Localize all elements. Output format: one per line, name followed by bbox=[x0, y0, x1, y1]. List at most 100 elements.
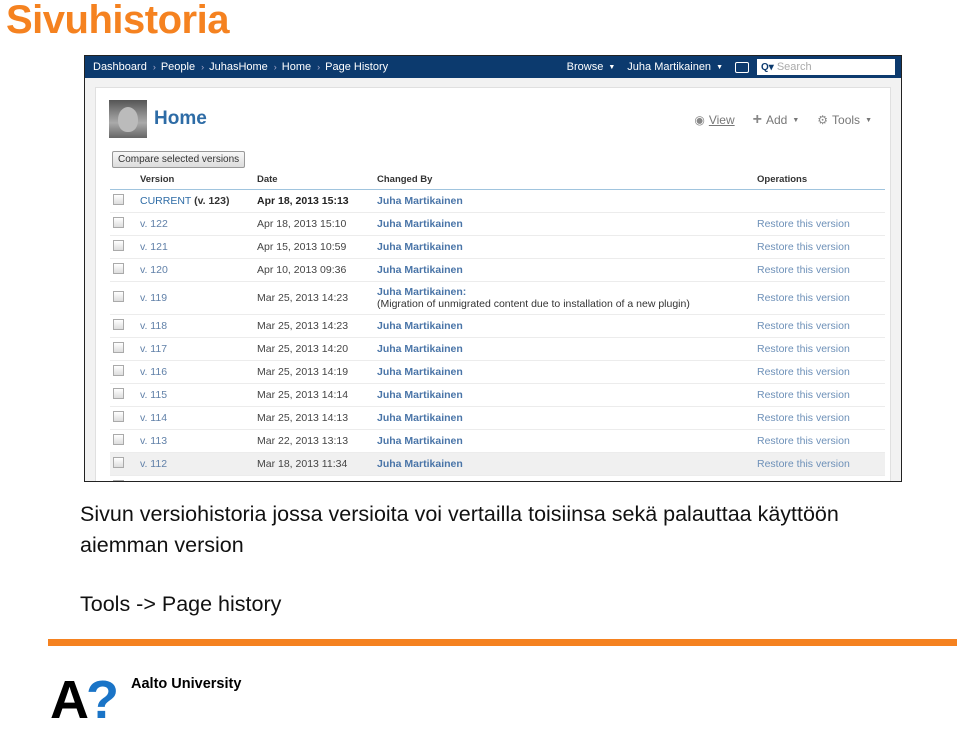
browse-label: Browse bbox=[566, 61, 604, 73]
version-link[interactable]: v. 120 bbox=[140, 264, 168, 276]
version-label: v. 116 bbox=[140, 366, 168, 378]
view-button[interactable]: ◉ View bbox=[694, 111, 734, 129]
user-avatar[interactable] bbox=[109, 100, 147, 138]
breadcrumb-page-history[interactable]: Page History bbox=[325, 61, 388, 73]
row-checkbox[interactable] bbox=[113, 342, 124, 353]
row-checkbox[interactable] bbox=[113, 480, 124, 481]
changed-by-cell: Juha Martikainen: (Migration of unmigrat… bbox=[377, 281, 757, 315]
version-link[interactable]: CURRENT (v. 123) bbox=[140, 195, 230, 207]
date-cell: Apr 18, 2013 15:10 bbox=[257, 212, 377, 236]
tools-label: Tools bbox=[832, 113, 861, 127]
author-link[interactable]: Juha Martikainen bbox=[377, 435, 463, 447]
row-checkbox-cell bbox=[110, 429, 140, 453]
version-link[interactable]: v. 117 bbox=[140, 343, 167, 355]
version-link[interactable]: v. 118 bbox=[140, 320, 167, 332]
breadcrumb-home[interactable]: Home bbox=[282, 61, 311, 73]
row-checkbox-cell bbox=[110, 235, 140, 259]
breadcrumb-juhashome[interactable]: JuhasHome bbox=[209, 61, 268, 73]
restore-version-link[interactable]: Restore this version bbox=[757, 320, 850, 332]
tools-path-text: Tools -> Page history bbox=[80, 592, 282, 616]
version-cell: v. 120 bbox=[140, 258, 257, 282]
breadcrumb-dashboard[interactable]: Dashboard bbox=[93, 61, 147, 73]
version-cell: v. 111 bbox=[140, 475, 257, 482]
restore-version-link[interactable]: Restore this version bbox=[757, 435, 850, 447]
version-date: Mar 25, 2013 14:23 bbox=[257, 292, 349, 304]
version-link[interactable]: v. 116 bbox=[140, 366, 167, 378]
row-checkbox[interactable] bbox=[113, 319, 124, 330]
university-name: Aalto University bbox=[131, 676, 242, 692]
restore-version-link[interactable]: Restore this version bbox=[757, 241, 850, 253]
breadcrumb-separator-icon: › bbox=[317, 62, 321, 72]
slide-title: Sivuhistoria bbox=[6, 0, 229, 42]
author-link[interactable]: Juha Martikainen bbox=[377, 320, 463, 332]
operations-cell: Restore this version bbox=[757, 258, 885, 282]
date-cell: Apr 18, 2013 15:13 bbox=[257, 189, 377, 213]
version-link[interactable]: v. 121 bbox=[140, 241, 168, 253]
breadcrumb-people[interactable]: People bbox=[161, 61, 195, 73]
version-link[interactable]: v. 113 bbox=[140, 435, 167, 447]
version-link[interactable]: v. 119 bbox=[140, 292, 167, 304]
tools-menu[interactable]: ⚙ Tools ▼ bbox=[817, 111, 872, 129]
page-actions: ◉ View + Add ▼ ⚙ Tools ▼ bbox=[676, 111, 872, 129]
version-link[interactable]: v. 115 bbox=[140, 389, 167, 401]
row-checkbox[interactable] bbox=[113, 217, 124, 228]
version-rows: CURRENT (v. 123) Apr 18, 2013 15:13 Juha… bbox=[110, 189, 885, 482]
restore-version-link[interactable]: Restore this version bbox=[757, 343, 850, 355]
user-menu[interactable]: Juha Martikainen ▼ bbox=[627, 61, 723, 73]
version-link[interactable]: v. 111 bbox=[140, 481, 166, 482]
restore-version-link[interactable]: Restore this version bbox=[757, 412, 850, 424]
author-link[interactable]: Juha Martikainen bbox=[377, 481, 463, 482]
restore-version-link[interactable]: Restore this version bbox=[757, 458, 850, 470]
search-input[interactable]: Q▾ Search bbox=[757, 59, 895, 75]
row-checkbox[interactable] bbox=[113, 194, 124, 205]
version-label: v. 111 bbox=[140, 481, 166, 482]
row-checkbox[interactable] bbox=[113, 388, 124, 399]
author-link[interactable]: Juha Martikainen bbox=[377, 366, 463, 378]
restore-version-link[interactable]: Restore this version bbox=[757, 264, 850, 276]
version-link[interactable]: v. 114 bbox=[140, 412, 167, 424]
row-checkbox-cell bbox=[110, 406, 140, 430]
changed-by-cell: Juha Martikainen bbox=[377, 189, 757, 213]
author-link[interactable]: Juha Martikainen bbox=[377, 195, 463, 207]
author-link[interactable]: Juha Martikainen bbox=[377, 343, 463, 355]
version-history-table: Version Date Changed By Operations CURRE… bbox=[110, 171, 885, 482]
author-link[interactable]: Juha Martikainen bbox=[377, 458, 463, 470]
author-link[interactable]: Juha Martikainen bbox=[377, 264, 463, 276]
restore-version-link[interactable]: Restore this version bbox=[757, 366, 850, 378]
version-label: v. 117 bbox=[140, 343, 168, 355]
restore-version-link[interactable]: Restore this version bbox=[757, 292, 850, 304]
row-checkbox[interactable] bbox=[113, 240, 124, 251]
version-label: v. 114 bbox=[140, 412, 168, 424]
column-header-changed-by: Changed By bbox=[377, 171, 757, 190]
row-checkbox[interactable] bbox=[113, 291, 124, 302]
restore-version-link[interactable]: Restore this version bbox=[757, 389, 850, 401]
author-link[interactable]: Juha Martikainen: bbox=[377, 286, 466, 298]
version-date: Mar 22, 2013 13:13 bbox=[257, 435, 349, 447]
version-link[interactable]: v. 112 bbox=[140, 458, 167, 470]
column-header-date: Date bbox=[257, 171, 377, 190]
restore-version-link[interactable]: Restore this version bbox=[757, 218, 850, 230]
version-cell: v. 115 bbox=[140, 383, 257, 407]
row-checkbox[interactable] bbox=[113, 263, 124, 274]
author-link[interactable]: Juha Martikainen bbox=[377, 241, 463, 253]
page-title[interactable]: Home bbox=[154, 108, 207, 130]
restore-version-link[interactable]: Restore this version bbox=[757, 481, 850, 482]
inbox-icon[interactable] bbox=[735, 61, 749, 73]
row-checkbox[interactable] bbox=[113, 457, 124, 468]
row-checkbox[interactable] bbox=[113, 365, 124, 376]
browse-menu[interactable]: Browse ▼ bbox=[567, 61, 616, 73]
author-link[interactable]: Juha Martikainen bbox=[377, 389, 463, 401]
author-link[interactable]: Juha Martikainen bbox=[377, 218, 463, 230]
compare-versions-button[interactable]: Compare selected versions bbox=[112, 151, 246, 168]
operations-cell: Restore this version bbox=[757, 314, 885, 338]
author-link[interactable]: Juha Martikainen bbox=[377, 412, 463, 424]
table-row: v. 120 Apr 10, 2013 09:36 Juha Martikain… bbox=[110, 258, 885, 282]
date-cell: Mar 18, 2013 11:32 bbox=[257, 475, 377, 481]
row-checkbox[interactable] bbox=[113, 411, 124, 422]
add-menu[interactable]: + Add ▼ bbox=[753, 111, 800, 129]
row-checkbox[interactable] bbox=[113, 434, 124, 445]
version-link[interactable]: v. 122 bbox=[140, 218, 168, 230]
row-checkbox-cell bbox=[110, 212, 140, 236]
caret-down-icon: ▼ bbox=[608, 63, 616, 71]
version-date: Mar 18, 2013 11:34 bbox=[257, 458, 348, 470]
